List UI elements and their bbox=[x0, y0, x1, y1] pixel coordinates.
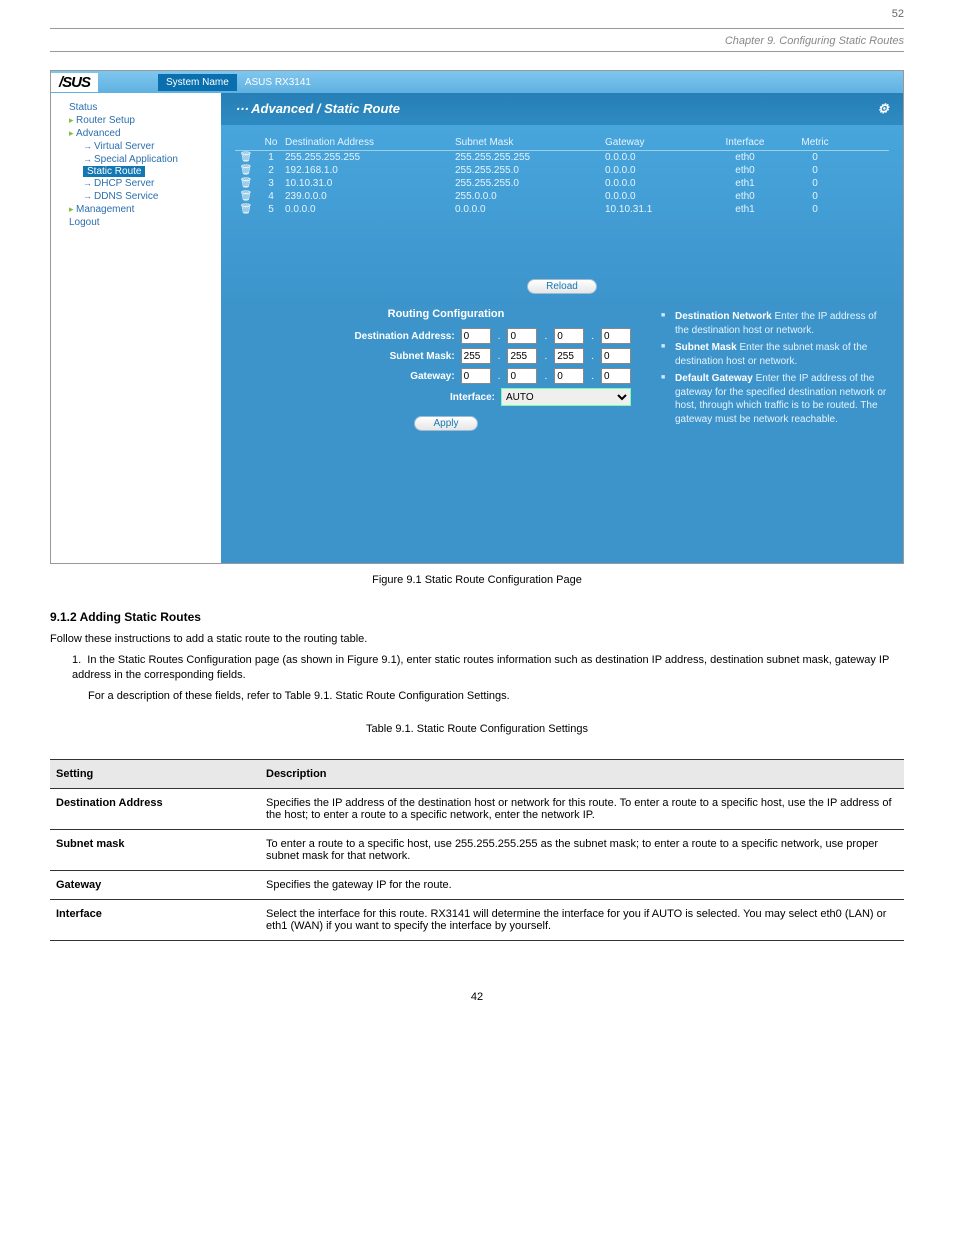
settings-icon[interactable]: ⚙ bbox=[877, 101, 889, 117]
system-name-value: ASUS RX3141 bbox=[237, 77, 311, 88]
col-interface: Interface bbox=[705, 137, 785, 148]
trash-icon[interactable]: 🗑 bbox=[240, 152, 253, 163]
subnet-oct3[interactable] bbox=[554, 348, 584, 364]
dest-addr-oct1[interactable] bbox=[461, 328, 491, 344]
sidebar-item-dhcp-server[interactable]: DHCP Server bbox=[69, 177, 221, 190]
gateway-oct3[interactable] bbox=[554, 368, 584, 384]
subnet-mask-label: Subnet Mask: bbox=[390, 351, 455, 362]
dest-addr-label: Destination Address: bbox=[354, 331, 454, 342]
interface-select[interactable]: AUTO bbox=[501, 388, 631, 406]
interface-label: Interface: bbox=[450, 392, 495, 403]
th-setting: Setting bbox=[50, 760, 260, 789]
reload-button[interactable]: Reload bbox=[527, 279, 597, 294]
body-text: For a description of these fields, refer… bbox=[50, 689, 904, 704]
help-panel: Destination Network Enter the IP address… bbox=[661, 308, 893, 431]
table-row: 🗑 3 10.10.31.0 255.255.255.0 0.0.0.0 eth… bbox=[235, 177, 889, 190]
apply-button[interactable]: Apply bbox=[414, 416, 477, 431]
col-gateway: Gateway bbox=[605, 137, 705, 148]
sidebar-item-router-setup[interactable]: Router Setup bbox=[69, 114, 221, 127]
col-no: No bbox=[257, 137, 285, 148]
sidebar-item-advanced[interactable]: Advanced bbox=[69, 127, 221, 140]
col-metric: Metric bbox=[785, 137, 845, 148]
figure-caption: Figure 9.1 Static Route Configuration Pa… bbox=[50, 574, 904, 586]
sidebar-item-special-application[interactable]: Special Application bbox=[69, 153, 221, 166]
table-caption: Table 9.1. Static Route Configuration Se… bbox=[50, 723, 904, 735]
sidebar-item-virtual-server[interactable]: Virtual Server bbox=[69, 140, 221, 153]
gateway-oct1[interactable] bbox=[461, 368, 491, 384]
trash-icon[interactable]: 🗑 bbox=[240, 165, 253, 176]
subnet-oct4[interactable] bbox=[601, 348, 631, 364]
chapter-header: Chapter 9. Configuring Static Routes bbox=[50, 35, 904, 52]
trash-icon[interactable]: 🗑 bbox=[240, 204, 253, 215]
table-row: 🗑 2 192.168.1.0 255.255.255.0 0.0.0.0 et… bbox=[235, 164, 889, 177]
trash-icon[interactable]: 🗑 bbox=[240, 191, 253, 202]
settings-table: SettingDescription Destination AddressSp… bbox=[50, 759, 904, 941]
body-text: Follow these instructions to add a stati… bbox=[50, 632, 904, 647]
page-bottom-number: 42 bbox=[50, 991, 904, 1003]
body-text: 1. In the Static Routes Configuration pa… bbox=[50, 653, 904, 683]
route-table: No Destination Address Subnet Mask Gatew… bbox=[235, 135, 889, 216]
gateway-oct2[interactable] bbox=[507, 368, 537, 384]
sidebar-item-status[interactable]: Status bbox=[69, 101, 221, 114]
form-heading: Routing Configuration bbox=[231, 308, 661, 320]
section-heading-912: 9.1.2 Adding Static Routes bbox=[50, 610, 904, 624]
sidebar-item-management[interactable]: Management bbox=[69, 203, 221, 216]
sidebar-nav: Status Router Setup Advanced Virtual Ser… bbox=[51, 93, 221, 563]
system-name-label: System Name bbox=[158, 74, 237, 91]
trash-icon[interactable]: 🗑 bbox=[240, 178, 253, 189]
sidebar-item-ddns-service[interactable]: DDNS Service bbox=[69, 190, 221, 203]
subnet-oct2[interactable] bbox=[507, 348, 537, 364]
col-dest-addr: Destination Address bbox=[285, 137, 455, 148]
sidebar-item-static-route[interactable]: Static Route bbox=[83, 166, 145, 177]
sidebar-item-logout[interactable]: Logout bbox=[69, 216, 221, 229]
subnet-oct1[interactable] bbox=[461, 348, 491, 364]
th-description: Description bbox=[260, 760, 904, 789]
col-subnet-mask: Subnet Mask bbox=[455, 137, 605, 148]
dest-addr-oct3[interactable] bbox=[554, 328, 584, 344]
dest-addr-oct2[interactable] bbox=[507, 328, 537, 344]
config-screenshot: /SUS System Name ASUS RX3141 Status Rout… bbox=[50, 70, 904, 564]
brand-logo: /SUS bbox=[51, 73, 98, 92]
gateway-label: Gateway: bbox=[410, 371, 454, 382]
gateway-oct4[interactable] bbox=[601, 368, 631, 384]
page-top-number: 52 bbox=[50, 0, 904, 29]
main-panel: ⋯ Advanced / Static Route ⚙ No Destinati… bbox=[221, 93, 903, 563]
routing-config-form: Routing Configuration Destination Addres… bbox=[231, 308, 661, 431]
table-row: 🗑 1 255.255.255.255 255.255.255.255 0.0.… bbox=[235, 151, 889, 164]
table-row: 🗑 5 0.0.0.0 0.0.0.0 10.10.31.1 eth1 0 bbox=[235, 203, 889, 216]
dest-addr-oct4[interactable] bbox=[601, 328, 631, 344]
table-row: 🗑 4 239.0.0.0 255.0.0.0 0.0.0.0 eth0 0 bbox=[235, 190, 889, 203]
breadcrumb: ⋯ Advanced / Static Route ⚙ bbox=[221, 93, 903, 125]
